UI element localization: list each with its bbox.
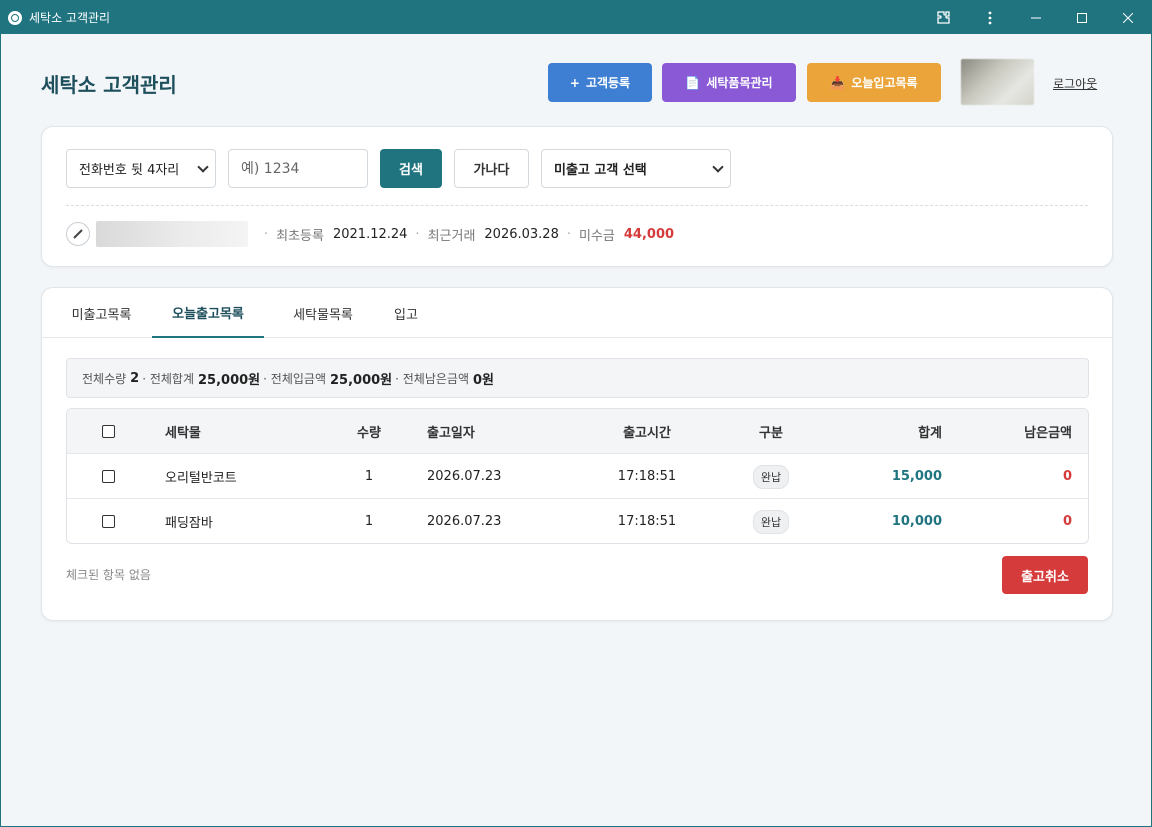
header-item: 세탁물 — [165, 426, 201, 441]
total-remaining-label: · 전체남은금액 — [395, 371, 470, 386]
more-options-icon[interactable] — [967, 1, 1013, 34]
today-intake-label: 오늘입고목록 — [851, 76, 918, 90]
item-time: 17:18:51 — [617, 469, 677, 484]
item-type-cell: 완납 — [727, 454, 815, 499]
summary-bar: 전체수량 2 · 전체합계 25,000원 · 전체입금액 25,000원 · … — [66, 358, 1089, 398]
customer-name-redacted — [96, 221, 248, 247]
tab-bar: 미출고목록 오늘출고목록 세탁물목록 입고 — [42, 288, 1112, 338]
select-all-checkbox[interactable] — [102, 425, 115, 438]
register-customer-label: 고객등록 — [585, 76, 631, 90]
header-date: 출고일자 — [427, 426, 475, 441]
row-checkbox[interactable] — [102, 515, 115, 528]
dot-separator: · — [566, 226, 571, 242]
maximize-icon[interactable] — [1059, 1, 1105, 34]
total-sum-value: 25,000원 — [198, 372, 261, 388]
search-input[interactable] — [228, 149, 368, 188]
search-type-value: 전화번호 뒷 4자리 — [79, 163, 180, 178]
dot-separator: · — [264, 226, 269, 242]
item-name: 오리털반코트 — [165, 471, 237, 486]
search-button[interactable]: 검색 — [380, 149, 442, 188]
header-remaining: 남은금액 — [1024, 426, 1072, 441]
item-qty: 1 — [364, 514, 374, 529]
chevron-down-icon — [712, 161, 724, 173]
unpaid-label: 미수금 — [578, 228, 615, 244]
item-type-cell: 완납 — [727, 499, 815, 543]
cancel-release-button[interactable]: 출고취소 — [1002, 556, 1088, 594]
window-controls — [921, 1, 1151, 34]
unreleased-customer-value: 미출고 고객 선택 — [554, 163, 647, 178]
header-type: 구분 — [759, 426, 783, 441]
edit-pencil-icon[interactable] — [66, 222, 90, 246]
total-qty-label: 전체수량 — [82, 371, 127, 386]
close-icon[interactable] — [1105, 1, 1151, 34]
extension-icon[interactable] — [921, 1, 967, 34]
laundry-items-label: 세탁품목관리 — [706, 76, 773, 90]
customer-info-row: · 최초등록 2021.12.24 · 최근거래 2026.03.28 · 미수… — [66, 221, 675, 247]
last-transaction-value: 2026.03.28 — [484, 226, 559, 242]
register-customer-button[interactable]: + 고객등록 — [548, 63, 652, 102]
total-paid-value: 25,000원 — [330, 372, 393, 388]
app-window: 세탁소 고객관리 세탁소 고객관리 + 고객등록 📄 세탁품목관리 📥 오늘입고… — [0, 0, 1152, 827]
item-sum: 15,000 — [891, 469, 942, 484]
plus-icon: + — [569, 75, 580, 90]
total-remaining-value: 0원 — [473, 372, 495, 388]
document-icon: 📄 — [685, 75, 701, 90]
page-title: 세탁소 고객관리 — [41, 73, 177, 97]
release-table: 세탁물 수량 출고일자 출고시간 구분 합계 남은금액 오리털반코트 1 202… — [66, 408, 1089, 544]
tab-intake[interactable]: 입고 — [378, 288, 434, 338]
item-time: 17:18:51 — [617, 514, 677, 529]
total-paid-label: · 전체입금액 — [263, 371, 326, 386]
logout-link[interactable]: 로그아웃 — [1053, 75, 1097, 92]
header-sum: 합계 — [918, 426, 942, 441]
table-header-row: 세탁물 수량 출고일자 출고시간 구분 합계 남은금액 — [67, 409, 1088, 454]
status-badge: 완납 — [752, 509, 790, 534]
table-row[interactable]: 패딩잠바 1 2026.07.23 17:18:51 완납 10,000 0 — [67, 499, 1088, 543]
search-card: 전화번호 뒷 4자리 검색 가나다 미출고 고객 선택 · 최초등록 2021.… — [41, 126, 1113, 267]
select-all-cell — [102, 409, 118, 454]
tab-today-release-list[interactable]: 오늘출고목록 — [152, 288, 264, 338]
avatar — [961, 59, 1034, 105]
status-badge: 완납 — [752, 464, 790, 489]
item-sum: 10,000 — [891, 514, 942, 529]
item-remaining: 0 — [1062, 469, 1072, 484]
item-remaining: 0 — [1062, 514, 1072, 529]
app-logo-icon — [8, 10, 22, 25]
checked-status-text: 체크된 항목 없음 — [66, 568, 151, 582]
today-intake-button[interactable]: 📥 오늘입고목록 — [807, 63, 941, 102]
total-sum-label: · 전체합계 — [142, 371, 195, 386]
search-type-select[interactable]: 전화번호 뒷 4자리 — [66, 149, 216, 188]
header-time: 출고시간 — [623, 426, 671, 441]
tab-laundry-list[interactable]: 세탁물목록 — [268, 288, 378, 338]
page-header: 세탁소 고객관리 + 고객등록 📄 세탁품목관리 📥 오늘입고목록 로그아웃 — [41, 59, 1113, 105]
alphabetical-button[interactable]: 가나다 — [454, 149, 529, 188]
item-name: 패딩잠바 — [165, 516, 213, 531]
tab-unreleased-list[interactable]: 미출고목록 — [54, 288, 149, 338]
title-bar: 세탁소 고객관리 — [1, 1, 1151, 34]
unreleased-customer-select[interactable]: 미출고 고객 선택 — [541, 149, 731, 188]
total-qty-value: 2 — [130, 370, 140, 386]
window-title: 세탁소 고객관리 — [29, 11, 111, 25]
chevron-down-icon — [197, 161, 209, 173]
laundry-items-button[interactable]: 📄 세탁품목관리 — [662, 63, 796, 102]
inbox-icon: 📥 — [830, 75, 846, 90]
item-date: 2026.07.23 — [427, 514, 502, 529]
header-qty: 수량 — [357, 426, 381, 441]
unpaid-value: 44,000 — [623, 226, 675, 242]
last-transaction-label: 최근거래 — [427, 228, 476, 244]
first-registration-value: 2021.12.24 — [332, 226, 408, 242]
row-checkbox[interactable] — [102, 470, 115, 483]
item-qty: 1 — [364, 469, 374, 484]
divider — [66, 205, 1088, 206]
table-row[interactable]: 오리털반코트 1 2026.07.23 17:18:51 완납 15,000 0 — [67, 454, 1088, 499]
row-checkbox-cell — [102, 499, 118, 543]
dot-separator: · — [415, 226, 420, 242]
first-registration-label: 최초등록 — [276, 228, 324, 244]
minimize-icon[interactable] — [1013, 1, 1059, 34]
item-date: 2026.07.23 — [427, 469, 502, 484]
row-checkbox-cell — [102, 454, 118, 499]
main-card: 미출고목록 오늘출고목록 세탁물목록 입고 전체수량 2 · 전체합계 25,0… — [41, 287, 1113, 621]
